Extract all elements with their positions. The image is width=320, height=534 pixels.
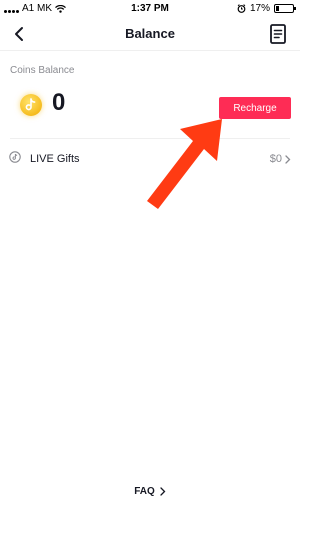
transaction-history-icon[interactable] — [268, 23, 288, 45]
faq-label: FAQ — [134, 486, 155, 497]
music-note-icon — [25, 98, 36, 111]
back-arrow-icon[interactable] — [8, 22, 32, 46]
battery-icon — [274, 4, 296, 13]
coin-icon — [20, 94, 42, 116]
annotation-arrow-icon — [147, 119, 222, 209]
faq-link[interactable]: FAQ — [0, 486, 300, 497]
coins-balance-label: Coins Balance — [10, 65, 75, 76]
status-right: 17% — [237, 3, 296, 14]
nav-bar: Balance — [0, 18, 300, 51]
status-bar: A1 MK 1:37 PM 17% — [0, 0, 300, 18]
live-gifts-label: LIVE Gifts — [30, 153, 80, 165]
page-title: Balance — [125, 26, 175, 41]
chevron-right-icon — [285, 155, 291, 164]
battery-fill — [276, 6, 279, 11]
chevron-right-icon — [160, 487, 166, 496]
music-disc-icon — [9, 151, 21, 163]
battery-percent: 17% — [249, 3, 270, 14]
live-gifts-value: $0 — [269, 153, 282, 165]
alarm-icon — [237, 4, 246, 13]
coin-balance-amount: 0 — [52, 89, 66, 116]
